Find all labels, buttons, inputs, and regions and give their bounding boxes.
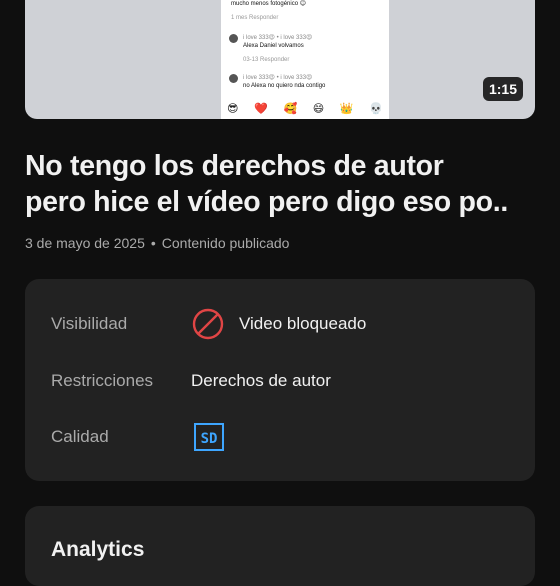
avatar: [229, 74, 238, 83]
thumbnail-preview: mucho menos fotogénico 😊 1 mes Responder…: [221, 0, 389, 119]
visibility-label: Visibilidad: [51, 314, 128, 333]
video-title: No tengo los derechos de autor pero hice…: [25, 148, 540, 220]
preview-comment-text: Alexa Daniel volvamos: [243, 43, 304, 49]
separator-dot: •: [150, 235, 156, 251]
publish-date: 3 de mayo de 2025: [25, 235, 145, 251]
sd-badge-icon: SD: [194, 423, 224, 451]
preview-comment-text: mucho menos fotogénico 😊: [231, 1, 306, 7]
analytics-heading: Analytics: [51, 538, 145, 561]
preview-comment-meta: 1 mes Responder: [231, 15, 279, 21]
restrictions-label: Restricciones: [51, 371, 154, 390]
video-title-line: No tengo los derechos de autor: [25, 150, 444, 182]
restrictions-row[interactable]: Restricciones Derechos de autor: [51, 369, 515, 393]
preview-comment-author: i love 333😍 • i love 333😍: [243, 75, 313, 81]
emoji: 💀: [369, 103, 383, 115]
visibility-row[interactable]: Visibilidad Video bloqueado: [51, 308, 515, 340]
video-meta: 3 de mayo de 2025 • Contenido publicado: [25, 235, 289, 251]
visibility-value: Video bloqueado: [239, 314, 367, 333]
emoji: 🥰: [283, 103, 298, 115]
video-thumbnail[interactable]: mucho menos fotogénico 😊 1 mes Responder…: [25, 0, 535, 119]
publish-status: Contenido publicado: [161, 235, 290, 251]
quality-value: SD: [201, 431, 218, 447]
duration-badge: 1:15: [482, 77, 523, 101]
blocked-icon: [192, 308, 224, 340]
emoji: 👑: [339, 103, 354, 115]
video-title-line: pero hice el vídeo pero digo eso po..: [25, 186, 508, 218]
analytics-card[interactable]: Analytics: [25, 506, 535, 586]
emoji: 😎: [227, 103, 239, 115]
preview-comment-meta: 03-13 Responder: [243, 57, 290, 63]
emoji: ❤️: [254, 103, 268, 115]
emoji-bar: 😎 ❤️ 🥰 😄 👑 💀: [227, 103, 383, 115]
preview-comment-text: no Alexa no quiero nda contigo: [243, 83, 326, 89]
video-details-card: Visibilidad Video bloqueado Restriccione…: [25, 279, 535, 481]
quality-label: Calidad: [51, 427, 109, 446]
avatar: [229, 34, 238, 43]
emoji: 😄: [312, 103, 325, 115]
restrictions-value: Derechos de autor: [191, 371, 331, 390]
preview-comment-author: i love 333😍 • i love 333😍: [243, 35, 313, 41]
quality-row: Calidad SD: [51, 422, 515, 452]
